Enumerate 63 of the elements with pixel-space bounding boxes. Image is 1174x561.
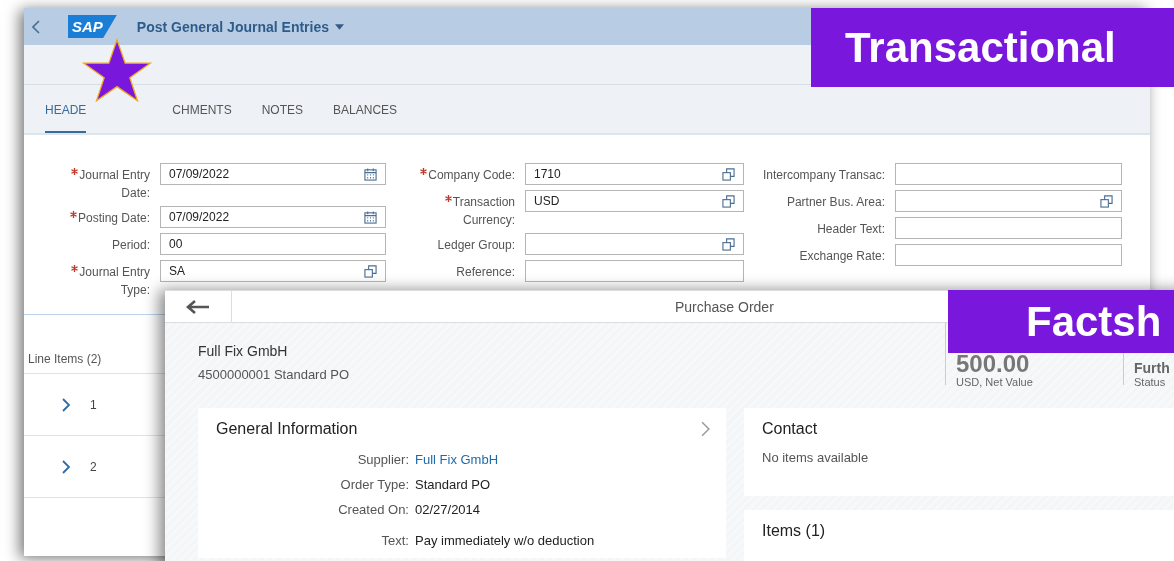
tab[interactable]: NOTES xyxy=(261,85,304,133)
row-number: 2 xyxy=(90,459,97,474)
input-field[interactable] xyxy=(895,244,1122,266)
input-field[interactable]: SA xyxy=(160,260,386,282)
input-field[interactable]: 07/09/2022 xyxy=(160,206,386,228)
field-label: Text: xyxy=(380,533,409,548)
field-label: Supplier: xyxy=(356,452,409,467)
value-help-icon[interactable] xyxy=(1100,194,1113,208)
field-label: Header Text: xyxy=(817,222,885,236)
logo: SAP xyxy=(68,15,117,38)
tab[interactable]: BALANCES xyxy=(333,85,398,133)
field-label: Journal Entry Date: xyxy=(79,168,150,200)
card-title: Items (1) xyxy=(762,522,827,540)
page-title: Purchase Order xyxy=(675,298,774,315)
calendar-icon[interactable] xyxy=(364,210,377,224)
label-banner: Transactional xyxy=(811,8,1174,87)
value-help-icon[interactable] xyxy=(722,237,735,251)
empty-message: No items available xyxy=(762,450,870,465)
value-help-icon[interactable] xyxy=(364,264,377,278)
back-icon[interactable] xyxy=(32,19,40,34)
field-value: Pay immediately w/o deduction xyxy=(415,533,595,548)
card-title: General Information xyxy=(216,420,358,438)
field-label: Created On: xyxy=(337,502,409,517)
value-help-icon[interactable] xyxy=(722,167,735,181)
field-value: Standard PO xyxy=(415,477,492,492)
chevron-icon[interactable] xyxy=(701,421,710,437)
back-arrow-icon xyxy=(186,299,210,314)
input-field[interactable] xyxy=(895,190,1122,212)
caret-icon[interactable] xyxy=(335,23,344,30)
input-field[interactable]: 1710 xyxy=(525,163,744,185)
field-label: Posting Date: xyxy=(77,211,150,225)
input-field[interactable]: USD xyxy=(525,190,744,212)
input-field[interactable] xyxy=(895,163,1122,185)
input-field[interactable] xyxy=(525,260,744,282)
tab[interactable]: HEADE xyxy=(45,85,87,133)
label-banner: Factsh xyxy=(948,290,1174,353)
field-label: Ledger Group: xyxy=(437,238,515,252)
input-field[interactable] xyxy=(895,217,1122,239)
field-label: Journal Entry Type: xyxy=(79,265,150,297)
row-number: 1 xyxy=(90,397,97,412)
field-label: Order Type: xyxy=(339,477,409,492)
tab[interactable]: CHMENTS xyxy=(172,85,232,133)
field-label: Intercompany Transac: xyxy=(762,168,885,182)
input-field[interactable]: 07/09/2022 xyxy=(160,163,386,185)
field-label: Company Code: xyxy=(428,168,515,182)
kpi-label: Status xyxy=(1134,376,1167,388)
field-label: Exchange Rate: xyxy=(799,249,885,263)
field-value: 02/27/2014 xyxy=(415,502,482,517)
field-label: Partner Bus. Area: xyxy=(786,195,885,209)
kpi-label: USD, Net Value xyxy=(956,376,1034,388)
field-label: Reference: xyxy=(456,265,515,279)
app-title[interactable]: Post General Journal Entries xyxy=(136,18,329,35)
calendar-icon[interactable] xyxy=(364,167,377,181)
expand-icon[interactable] xyxy=(62,459,70,474)
card-title: Contact xyxy=(762,420,819,438)
input-field[interactable] xyxy=(525,233,744,255)
input-field[interactable]: 00 xyxy=(160,233,386,255)
star-icon xyxy=(82,38,152,102)
field-label: Period: xyxy=(111,238,150,252)
field-label: Transaction Currency: xyxy=(452,195,515,227)
expand-icon[interactable] xyxy=(62,397,70,412)
supplier-link[interactable]: Full Fix GmbH xyxy=(415,452,595,467)
value-help-icon[interactable] xyxy=(722,194,735,208)
